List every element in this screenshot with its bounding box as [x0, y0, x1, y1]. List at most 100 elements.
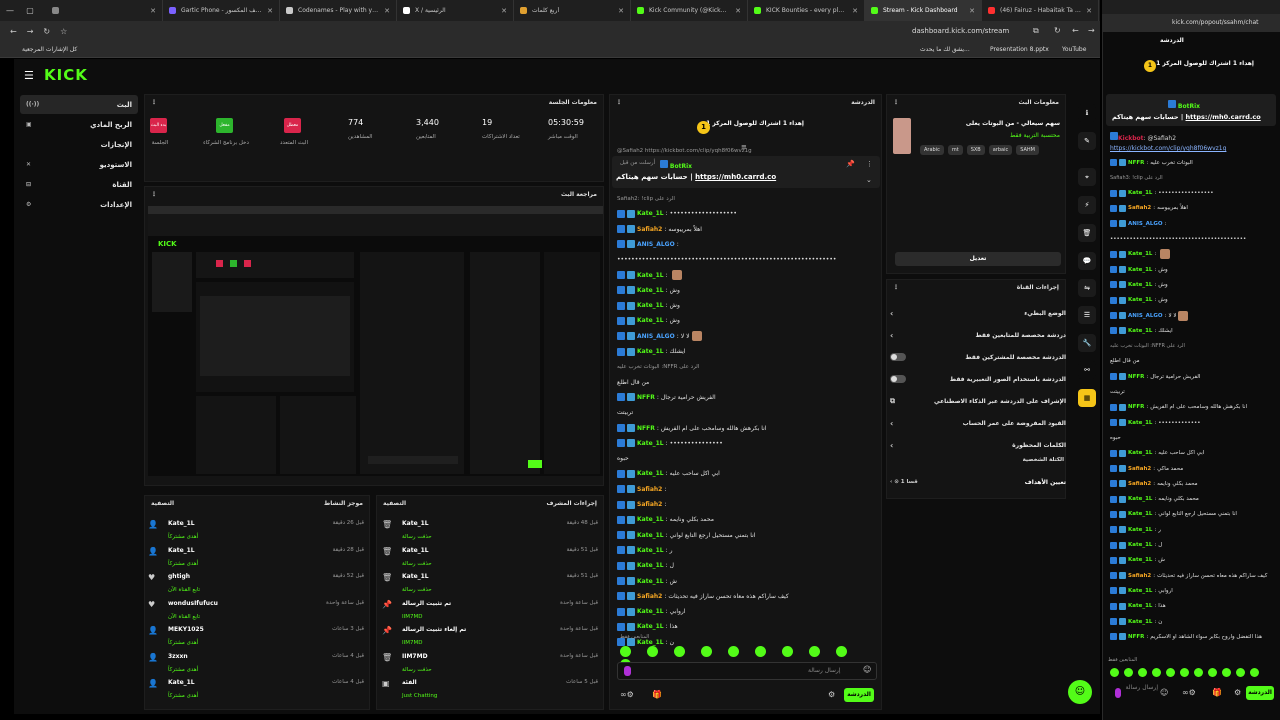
popout-username[interactable]: Kate_1L [1128, 282, 1152, 288]
feed-item[interactable]: 👤 Kate_1L أهدى مشتركاً قبل 4 ساعات [148, 677, 370, 703]
more-icon[interactable]: ⋮ [151, 191, 157, 198]
reload-page-icon[interactable]: ↻ [1054, 26, 1061, 35]
popout-username[interactable]: NFFR [1128, 634, 1144, 640]
popout-username[interactable]: NFFR [1128, 404, 1144, 410]
popout-chat-message[interactable]: Safiah2: محمد بكلي ونايمه [1110, 476, 1270, 491]
emote-icon[interactable] [647, 646, 658, 657]
tab-close-icon[interactable]: ✕ [618, 7, 624, 15]
popout-username[interactable]: Safiah2 [1128, 466, 1151, 472]
popout-chat-message[interactable]: الرد على Safiah3: !clip [1110, 170, 1270, 185]
stream-preview-image[interactable]: KICK [148, 206, 603, 476]
popout-username[interactable]: ANIS_ALGO [1128, 221, 1163, 227]
emote-icon[interactable] [701, 646, 712, 657]
bolt-icon[interactable]: ⚡ [1078, 196, 1096, 214]
chat-message[interactable]: Kate_1L: هذا [617, 619, 877, 634]
emote-icon[interactable] [728, 646, 739, 657]
popout-chat-message[interactable]: Kate_1L: وش [1110, 262, 1270, 277]
popout-chat-message[interactable]: NFFR: الفريش حرامية ترجال [1110, 369, 1270, 384]
popout-username[interactable]: Kate_1L [1128, 251, 1152, 257]
feed-item[interactable]: 🗑 Kate_1L حذفت رسالة قبل 48 دقيقة [382, 518, 604, 544]
chat-message[interactable]: NFFR: انا بكرهش هالله وسامحب على ام الفري… [617, 421, 877, 436]
popout-username[interactable]: NFFR [1128, 374, 1144, 380]
feed-item[interactable]: 🗑 Kate_1L حذفت رسالة قبل 51 دقيقة [382, 571, 604, 597]
chat-username[interactable]: Safiah2 [637, 486, 662, 493]
swap-icon[interactable]: ⇋ [1078, 279, 1096, 297]
more-icon[interactable]: ⋮ [893, 99, 899, 106]
popout-chat-message[interactable]: ANIS_ALGO: [1110, 216, 1270, 231]
chat-username[interactable]: Kate_1L [637, 348, 664, 355]
emote-icon[interactable] [836, 646, 847, 657]
browser-tab[interactable]: ✕ [46, 0, 163, 21]
chat-message[interactable]: Kate_1L: محمد بكلي ونايمه [617, 512, 877, 527]
emote-icon[interactable] [1236, 668, 1245, 677]
emote-icon[interactable] [1180, 668, 1189, 677]
chevron-down-icon[interactable]: ⌄ [866, 176, 872, 184]
chat-more-icon[interactable]: ⋮ [616, 99, 622, 106]
popout-chat-message[interactable]: Kate_1L: ايشلك [1110, 323, 1270, 338]
chevron-right-icon[interactable]: › [890, 331, 893, 340]
popout-chat-message[interactable]: NFFR: انا بكرهش هالله وسامحب على ام الفري… [1110, 400, 1270, 415]
popout-username[interactable]: Kate_1L [1128, 557, 1152, 563]
tab-close-icon[interactable]: ✕ [969, 7, 975, 15]
chat-message[interactable]: NFFR: الفريش حرامية ترجال [617, 390, 877, 405]
chevron-right-icon[interactable]: › [890, 441, 893, 450]
more-icon[interactable]: ⋮ [151, 99, 157, 106]
popout-username[interactable]: Kate_1L [1128, 588, 1152, 594]
chat-message[interactable]: Kate_1L: ل [617, 558, 877, 573]
category-thumbnail[interactable] [893, 118, 911, 154]
browser-tab[interactable]: Kick Community (@KickComm ✕ [631, 0, 748, 21]
popout-chat-message[interactable]: Kate_1L: وش [1110, 277, 1270, 292]
popout-chat-message[interactable]: Kate_1L: ر [1110, 522, 1270, 537]
star-icon[interactable]: ☆ [60, 27, 67, 36]
feed-item[interactable]: ♥ wondusIfufucu تابع القناة الآن قبل ساعة و… [148, 598, 370, 624]
popout-username[interactable]: Kate_1L [1128, 328, 1152, 334]
channel-setting-row[interactable]: الدردشة مخصصة للمشتركين فقط [890, 347, 1066, 367]
stream-tag[interactable]: arbaic [988, 145, 1013, 155]
pin-icon[interactable]: 📌 [846, 160, 855, 168]
tab-close-icon[interactable]: ✕ [1086, 7, 1092, 15]
modlog-filter[interactable]: التصفية [383, 500, 406, 507]
popout-chat-message[interactable]: Safiah2: كيف ساراكم هذه معاه تحسن ساراز ف… [1110, 568, 1270, 583]
bookmark-x[interactable]: يشق لك ما يحدث... [920, 46, 970, 53]
chat-username[interactable]: Kate_1L [637, 272, 664, 279]
chat-message[interactable]: تربيتت [617, 405, 877, 420]
feed-item[interactable]: 🗑 Kate_1L حذفت رسالة قبل 51 دقيقة [382, 545, 604, 571]
set-goals-row[interactable]: تعيين الأهداف قسا 1 ⊙ › [890, 475, 1066, 489]
popout-emote-bar[interactable] [1110, 668, 1278, 680]
tab-close-icon[interactable]: ✕ [852, 7, 858, 15]
reload-icon[interactable]: ↻ [43, 27, 50, 36]
browser-tab[interactable]: أربع كلمات ✕ [514, 0, 631, 21]
pencil-icon[interactable]: ✎ [1078, 132, 1096, 150]
stream-category[interactable]: محتسبة التربية فقط [916, 132, 1060, 139]
browser-tab[interactable]: Gartic Phone - الهاتف المكسور ✕ [163, 0, 280, 21]
chat-message[interactable]: الرد على NFFR: البوتات تخرب عليه [617, 359, 877, 374]
chat-message[interactable]: Kate_1L: ابي اكل ساحب عليه [617, 466, 877, 481]
chat-message[interactable]: ANIS_ALGO: لا لا [617, 329, 877, 344]
feed-item[interactable]: ▣ الفئة Just Chatting قبل 5 ساعات [382, 677, 604, 703]
popout-chat-message[interactable]: Kate_1L: وش [1110, 293, 1270, 308]
emote-icon[interactable] [1208, 668, 1217, 677]
channel-setting-row[interactable]: القيود المفروضة على عمر الحساب › [890, 413, 1066, 433]
chat-message[interactable]: Safiah2: كيف ساراكم هذه معاه تحسن ساراز ف… [617, 589, 877, 604]
back-icon[interactable]: ← [10, 27, 17, 36]
popout-chat-message[interactable]: ANIS_ALGO: لا لا [1110, 308, 1270, 323]
target-icon[interactable]: ⌖ [1078, 168, 1096, 186]
feed-item[interactable]: 👤 Kate_1L أهدى مشتركاً قبل 26 دقيقة [148, 518, 370, 544]
emote-icon[interactable] [1152, 668, 1161, 677]
feed-item[interactable]: 👤 3zxxn أهدى مشتركاً قبل 4 ساعات [148, 651, 370, 677]
sidebar-item[interactable]: الإعدادات ⚙ [20, 195, 138, 214]
chat-message[interactable]: Safiah2: [617, 497, 877, 512]
tab-close-icon[interactable]: ✕ [735, 7, 741, 15]
chat-message[interactable]: حبوه [617, 451, 877, 466]
emote-icon[interactable] [1124, 668, 1133, 677]
sidebar-item[interactable]: الاستوديو ✕ [20, 155, 138, 174]
popout-gift-icon[interactable]: 🎁 [1212, 688, 1222, 697]
accessibility-icon[interactable]: ☺ [1068, 680, 1092, 704]
list-icon[interactable]: ☰ [1078, 306, 1096, 324]
stream-tag[interactable]: SAHM [1016, 145, 1039, 155]
chat-message[interactable]: Safiah2: [617, 482, 877, 497]
feed-item[interactable]: 👤 Kate_1L أهدى مشتركاً قبل 28 دقيقة [148, 545, 370, 571]
popout-chat-message[interactable]: الرد على NFFR: البوتات تخرب عليه [1110, 339, 1270, 354]
sidebar-item[interactable]: الإنجازات [20, 135, 138, 154]
channel-setting-row[interactable]: الوضع البطيء › [890, 303, 1066, 323]
